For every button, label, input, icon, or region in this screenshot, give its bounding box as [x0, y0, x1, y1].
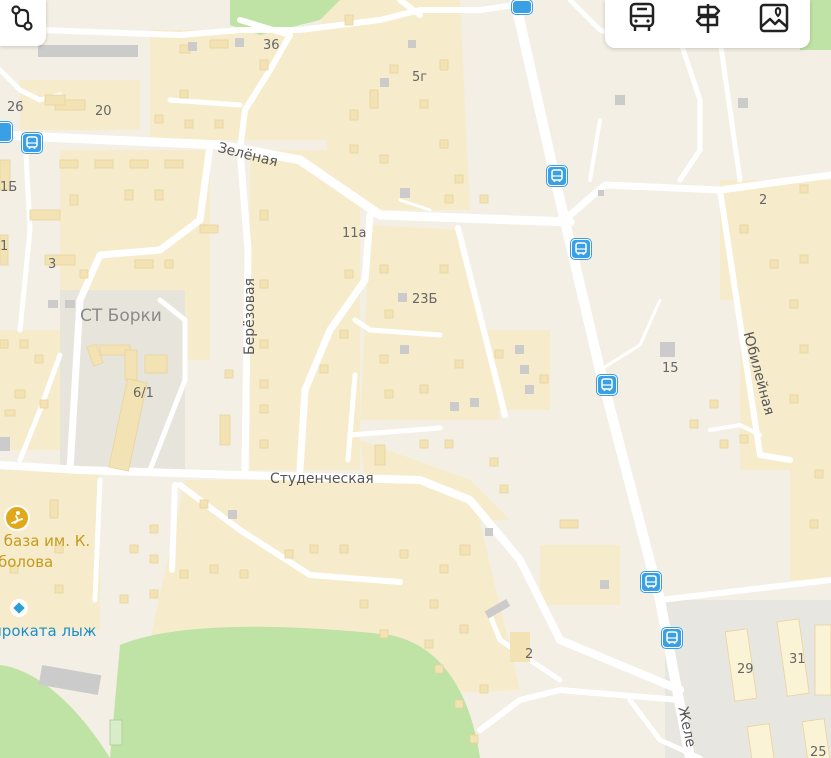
- layers-toolbar: [605, 0, 810, 48]
- house-number: 2: [525, 647, 534, 662]
- house-number: 11а: [342, 226, 367, 241]
- route-control: [0, 0, 46, 46]
- house-number: 20: [95, 104, 112, 119]
- house-number: 31: [789, 652, 806, 667]
- bus-stop-icon[interactable]: [641, 572, 661, 592]
- street-label-berezovaya: Берёзовая: [242, 278, 258, 355]
- house-number: 26: [7, 100, 24, 115]
- photo-pin-icon: [757, 1, 791, 39]
- bus-stop-icon[interactable]: [547, 166, 567, 186]
- bus-stop-icon[interactable]: [662, 628, 682, 648]
- house-number: 15: [662, 361, 679, 376]
- house-number: 1Б: [0, 180, 18, 195]
- skier-icon: [4, 505, 30, 531]
- bus-stop-icon[interactable]: [597, 375, 617, 395]
- rental-diamond-icon: [10, 599, 28, 617]
- transit-layer-button[interactable]: [622, 0, 662, 40]
- house-number: 3: [48, 257, 57, 272]
- map-view[interactable]: Зелёная Берёзовая Студенческая Юбилейная…: [0, 0, 831, 758]
- bus-stop-icon[interactable]: [512, 0, 532, 14]
- house-number: 25: [810, 745, 827, 758]
- signpost-icon: [691, 1, 725, 39]
- map-base-layer: [0, 0, 831, 758]
- bus-stop-icon[interactable]: [571, 239, 591, 259]
- transit-bus-icon: [625, 1, 659, 39]
- photo-layer-button[interactable]: [754, 0, 794, 40]
- house-number: 23Б: [412, 292, 438, 307]
- house-number: 2: [759, 193, 768, 208]
- house-number: 6/1: [133, 386, 154, 401]
- bus-stop-icon[interactable]: [0, 122, 12, 142]
- house-number: 29: [737, 662, 754, 677]
- ski-base-label-line1: я база им. К.: [0, 532, 91, 550]
- route-button[interactable]: [2, 0, 42, 40]
- signpost-layer-button[interactable]: [688, 0, 728, 40]
- route-icon: [7, 3, 37, 37]
- house-number: 5г: [412, 70, 428, 85]
- street-label-studencheskaya: Студенческая: [270, 471, 374, 487]
- area-label: СТ Борки: [80, 306, 162, 326]
- ski-base-label-line2: болова: [0, 553, 54, 571]
- house-number: 1: [0, 239, 9, 254]
- ski-rental-label: проката лыж: [0, 622, 97, 640]
- bus-stop-icon[interactable]: [22, 133, 42, 153]
- house-number: 36: [263, 38, 280, 53]
